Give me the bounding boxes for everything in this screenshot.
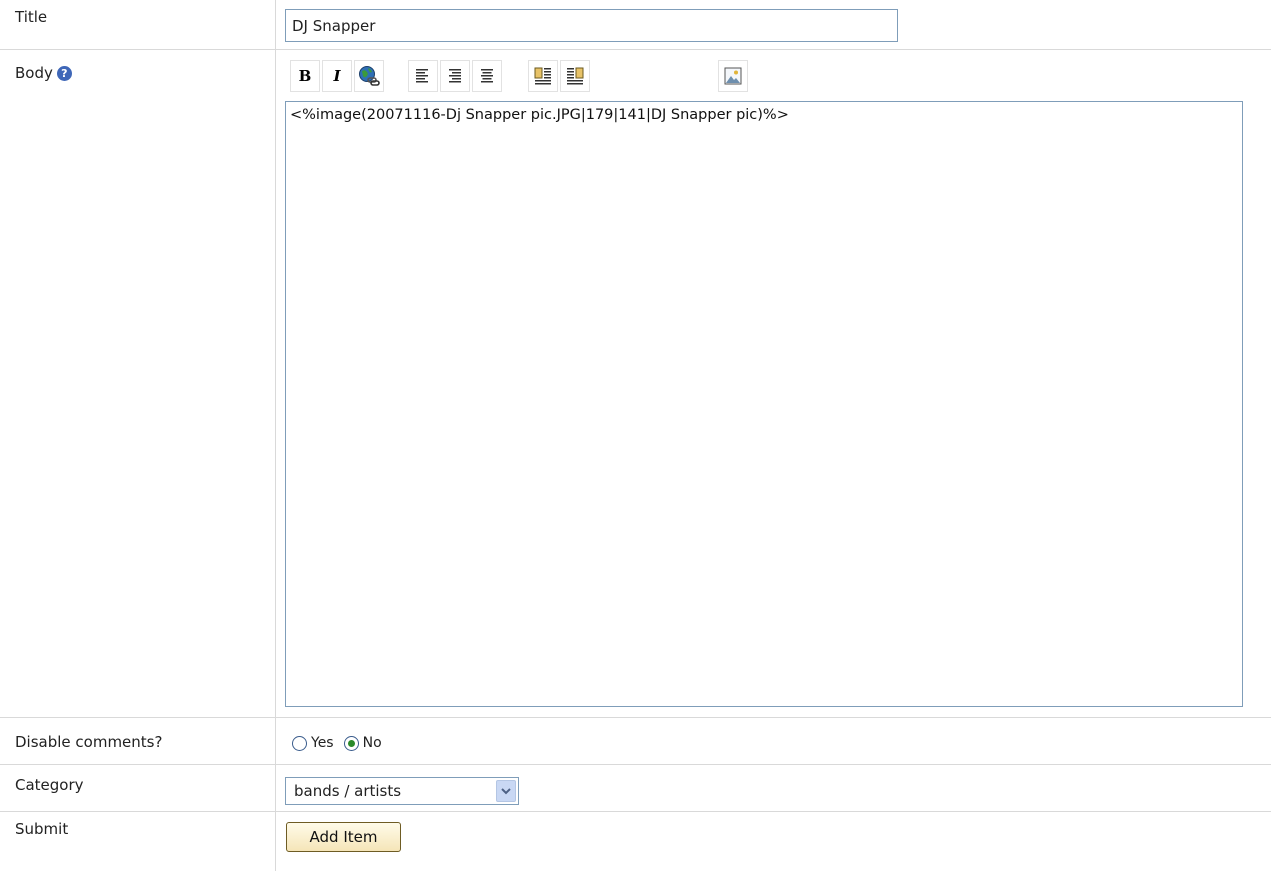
align-center-button[interactable] <box>472 60 502 92</box>
category-row: Category bands / artists <box>0 765 1271 812</box>
globe-link-icon <box>359 66 380 86</box>
radio-yes-label[interactable]: Yes <box>311 735 334 751</box>
link-button[interactable] <box>354 60 384 92</box>
title-input[interactable] <box>285 9 898 42</box>
title-label: Title <box>15 8 48 26</box>
submit-label: Submit <box>15 820 69 838</box>
category-select[interactable]: bands / artists <box>285 777 519 805</box>
radio-no-label[interactable]: No <box>363 735 382 751</box>
add-item-button[interactable]: Add Item <box>286 822 401 852</box>
body-textarea[interactable]: <%image(20071116-Dj Snapper pic.JPG|179|… <box>285 101 1243 707</box>
float-right-icon <box>567 67 584 85</box>
bold-icon: B <box>298 67 312 85</box>
body-label-wrap: Body? <box>15 64 72 82</box>
submit-row: Submit Add Item <box>0 812 1271 872</box>
radio-yes[interactable] <box>292 735 307 751</box>
float-right-button[interactable] <box>560 60 590 92</box>
help-icon[interactable]: ? <box>56 66 72 81</box>
align-left-icon <box>416 69 428 83</box>
float-left-icon <box>534 67 551 85</box>
title-row: Title <box>0 0 1271 50</box>
body-label: Body <box>15 64 53 82</box>
radio-no[interactable] <box>343 735 359 751</box>
insert-image-button[interactable] <box>718 60 748 92</box>
align-center-icon <box>481 69 493 83</box>
italic-button[interactable]: I <box>322 60 352 92</box>
align-right-button[interactable] <box>440 60 470 92</box>
disable-comments-row: Disable comments? Yes No <box>0 718 1271 765</box>
disable-comments-radio-group: Yes No <box>292 735 392 751</box>
category-label: Category <box>15 776 84 794</box>
align-right-icon <box>449 69 461 83</box>
bold-button[interactable]: B <box>290 60 320 92</box>
category-selected-value: bands / artists <box>294 782 402 800</box>
align-left-button[interactable] <box>408 60 438 92</box>
disable-comments-label: Disable comments? <box>15 733 163 751</box>
float-left-button[interactable] <box>528 60 558 92</box>
chevron-down-icon[interactable] <box>496 780 516 802</box>
italic-icon: I <box>333 67 341 85</box>
image-icon <box>724 67 742 85</box>
